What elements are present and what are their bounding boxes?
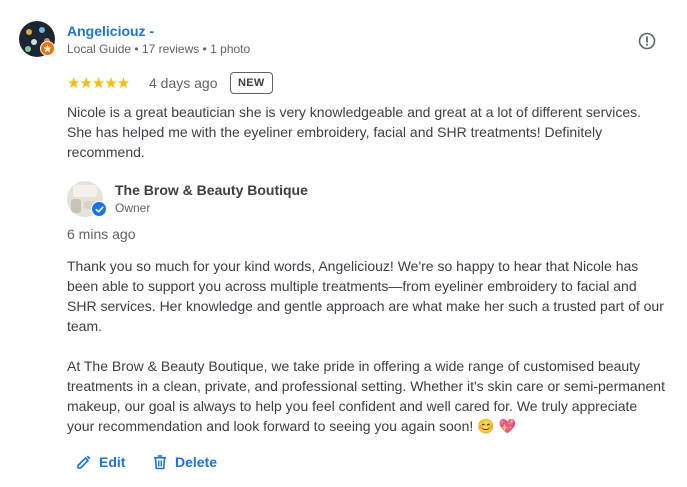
- reply-paragraph-1: Thank you so much for your kind words, A…: [67, 258, 664, 334]
- local-guide-badge-icon: [40, 41, 55, 56]
- owner-name: The Brow & Beauty Boutique: [115, 182, 308, 198]
- new-badge: NEW: [230, 72, 273, 94]
- verified-check-icon: [91, 201, 107, 217]
- trash-icon: [154, 455, 166, 470]
- report-review-button[interactable]: [636, 30, 658, 52]
- star-rating: ★★★★★: [67, 75, 130, 92]
- review-time: 4 days ago: [149, 75, 218, 91]
- reply-time: 6 mins ago: [67, 226, 136, 242]
- reviewer-name[interactable]: Angeliciouz -: [67, 23, 154, 39]
- delete-label: Delete: [175, 454, 218, 470]
- reply-paragraph-2: At The Brow & Beauty Boutique, we take p…: [67, 358, 665, 434]
- review-text: Nicole is a great beautician she is very…: [67, 104, 642, 160]
- edit-label: Edit: [99, 454, 126, 470]
- report-flag-icon: [638, 32, 656, 50]
- reviewer-meta: Local Guide • 17 reviews • 1 photo: [67, 42, 251, 56]
- edit-button[interactable]: Edit: [76, 448, 125, 476]
- delete-button[interactable]: Delete: [152, 448, 217, 476]
- pencil-icon: [77, 455, 91, 469]
- owner-role: Owner: [115, 201, 151, 215]
